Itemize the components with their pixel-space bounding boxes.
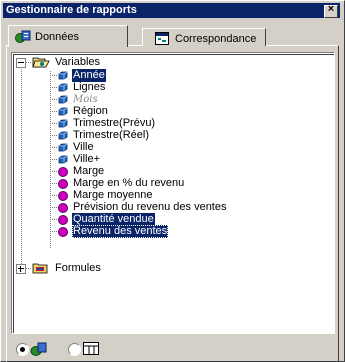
dimension-icon (58, 155, 68, 164)
title-bar[interactable]: Gestionnaire de rapports × (3, 3, 340, 18)
measure-icon (58, 215, 68, 225)
close-icon: × (327, 3, 335, 15)
tab-donnees[interactable]: Données (8, 25, 128, 47)
map-icon (155, 32, 169, 45)
dimension-icon (58, 119, 68, 128)
tree-folder-label: Formules (55, 262, 101, 274)
variables-tree[interactable]: Variables Année Lignes Mois Région Trimestre… (11, 52, 335, 334)
dimension-icon (58, 83, 68, 92)
dimension-icon (58, 107, 68, 116)
window-title: Gestionnaire de rapports (6, 4, 137, 16)
measure-icon (58, 227, 68, 237)
tree-line (50, 147, 58, 148)
tree-line (50, 111, 58, 112)
tree-line (50, 75, 58, 76)
measure-icon (58, 179, 68, 189)
tree-line (50, 171, 58, 172)
tree-line (50, 135, 58, 136)
tree-item-label: Revenu des ventes (72, 225, 169, 238)
tree-line (50, 99, 58, 100)
measure-icon (58, 167, 68, 177)
folder-icon (32, 263, 48, 274)
dimension-icon (58, 95, 68, 104)
tree-folder-label: Variables (55, 56, 101, 68)
tab-correspondance[interactable]: Correspondance (142, 28, 266, 46)
tree-folder-variables[interactable]: Variables (16, 56, 216, 69)
measure-icon (58, 203, 68, 213)
open-folder-icon (32, 57, 50, 68)
tree-line (50, 207, 58, 208)
expand-toggle-icon[interactable] (16, 264, 26, 274)
dimension-icon (58, 71, 68, 80)
data-provider-icon (15, 30, 31, 43)
tree-line (50, 183, 58, 184)
measure-icon (58, 191, 68, 201)
dimension-icon (58, 131, 68, 140)
tree-line (50, 159, 58, 160)
tree-item-measure[interactable]: Revenu des ventes (44, 225, 304, 238)
tree-line (50, 231, 58, 232)
tab-correspondance-label: Correspondance (175, 33, 257, 45)
tab-donnees-label: Données (35, 31, 80, 43)
close-button[interactable]: × (324, 3, 338, 18)
dimension-icon (58, 143, 68, 152)
tree-line (50, 219, 58, 220)
collapse-toggle-icon[interactable] (16, 58, 26, 68)
tree-line (21, 63, 22, 267)
tree-line (50, 195, 58, 196)
tree-line (50, 123, 58, 124)
tree-line (50, 87, 58, 88)
tree-folder-formules[interactable]: Formules (16, 262, 216, 275)
